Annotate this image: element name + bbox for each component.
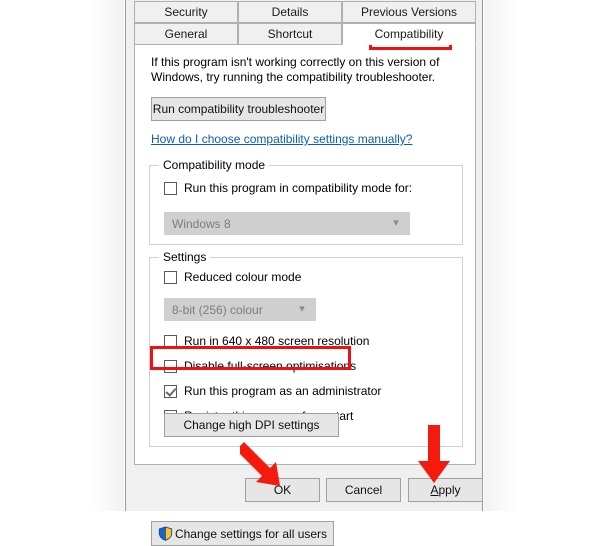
tab-shortcut-label: Shortcut bbox=[267, 27, 313, 41]
change-settings-for-all-users-button[interactable]: Change settings for all users bbox=[151, 521, 334, 546]
tab-compatibility[interactable]: Compatibility bbox=[342, 23, 476, 45]
compatibility-mode-os-dropdown[interactable]: Windows 8 ▾ bbox=[164, 212, 410, 235]
settings-group: Settings Reduced colour mode 8-bit (256)… bbox=[149, 250, 463, 447]
run-compatibility-troubleshooter-button[interactable]: Run compatibility troubleshooter bbox=[151, 97, 326, 121]
checkbox-run-in-compatibility-mode-label: Run this program in compatibility mode f… bbox=[184, 181, 413, 195]
apply-button-label-rest: pply bbox=[438, 483, 461, 497]
properties-dialog: Security Details Previous Versions Gener… bbox=[125, 0, 483, 546]
ok-button[interactable]: OK bbox=[245, 478, 320, 502]
settings-group-title: Settings bbox=[159, 250, 211, 264]
checkbox-reduced-colour-mode-label: Reduced colour mode bbox=[184, 270, 302, 284]
checkbox-disable-fullscreen-optimisations[interactable]: Disable full-screen optimisations bbox=[164, 359, 356, 373]
checkbox-reduced-colour-mode[interactable]: Reduced colour mode bbox=[164, 270, 301, 284]
change-high-dpi-settings-button[interactable]: Change high DPI settings bbox=[164, 413, 339, 437]
checkbox-reduced-colour-mode-box[interactable] bbox=[164, 270, 177, 284]
page-background-right bbox=[484, 0, 600, 511]
tab-shortcut[interactable]: Shortcut bbox=[238, 23, 342, 45]
tab-general[interactable]: General bbox=[134, 23, 238, 45]
checkbox-disable-fullscreen-optimisations-label: Disable full-screen optimisations bbox=[184, 359, 357, 373]
intro-text: If this program isn't working correctly … bbox=[151, 55, 440, 84]
checkbox-run-as-administrator-box[interactable] bbox=[164, 384, 177, 398]
checkbox-run-in-compatibility-mode[interactable]: Run this program in compatibility mode f… bbox=[164, 181, 412, 195]
checkbox-run-as-administrator-label: Run this program as an administrator bbox=[184, 384, 382, 398]
colour-depth-dropdown-value: 8-bit (256) colour bbox=[172, 302, 263, 317]
compatibility-help-link[interactable]: How do I choose compatibility settings m… bbox=[151, 132, 412, 146]
uac-shield-icon bbox=[158, 526, 173, 541]
tab-row-top: Security Details Previous Versions bbox=[134, 1, 476, 23]
tab-general-label: General bbox=[164, 27, 208, 41]
checkbox-run-640x480[interactable]: Run in 640 x 480 screen resolution bbox=[164, 334, 369, 348]
change-settings-for-all-users-label: Change settings for all users bbox=[174, 526, 328, 541]
chevron-down-icon: ▾ bbox=[299, 303, 305, 315]
checkbox-disable-fullscreen-optimisations-box[interactable] bbox=[164, 359, 177, 373]
compatibility-mode-os-dropdown-value: Windows 8 bbox=[172, 216, 231, 231]
apply-button[interactable]: Apply bbox=[408, 478, 483, 502]
checkbox-run-as-administrator[interactable]: Run this program as an administrator bbox=[164, 384, 381, 398]
checkbox-run-in-compatibility-mode-box[interactable] bbox=[164, 181, 177, 195]
colour-depth-dropdown[interactable]: 8-bit (256) colour ▾ bbox=[164, 298, 316, 321]
checkbox-run-640x480-label: Run in 640 x 480 screen resolution bbox=[184, 334, 370, 348]
tab-details-label: Details bbox=[271, 5, 309, 19]
compatibility-mode-group-title: Compatibility mode bbox=[159, 158, 270, 172]
tab-security-label: Security bbox=[164, 5, 208, 19]
tab-security[interactable]: Security bbox=[134, 1, 238, 23]
tab-details[interactable]: Details bbox=[238, 1, 342, 23]
tab-previous-versions[interactable]: Previous Versions bbox=[342, 1, 476, 23]
cancel-button[interactable]: Cancel bbox=[326, 478, 401, 502]
tab-row-bottom: General Shortcut Compatibility bbox=[134, 23, 476, 45]
apply-button-mnemonic: A bbox=[430, 483, 439, 497]
tab-compatibility-label: Compatibility bbox=[374, 27, 444, 41]
tab-previous-versions-label: Previous Versions bbox=[360, 5, 458, 19]
page-background-left bbox=[0, 0, 124, 511]
chevron-down-icon: ▾ bbox=[393, 217, 399, 229]
compatibility-mode-group: Compatibility mode Run this program in c… bbox=[149, 158, 463, 245]
compatibility-tab-page: If this program isn't working correctly … bbox=[134, 44, 476, 546]
checkbox-run-640x480-box[interactable] bbox=[164, 334, 177, 348]
